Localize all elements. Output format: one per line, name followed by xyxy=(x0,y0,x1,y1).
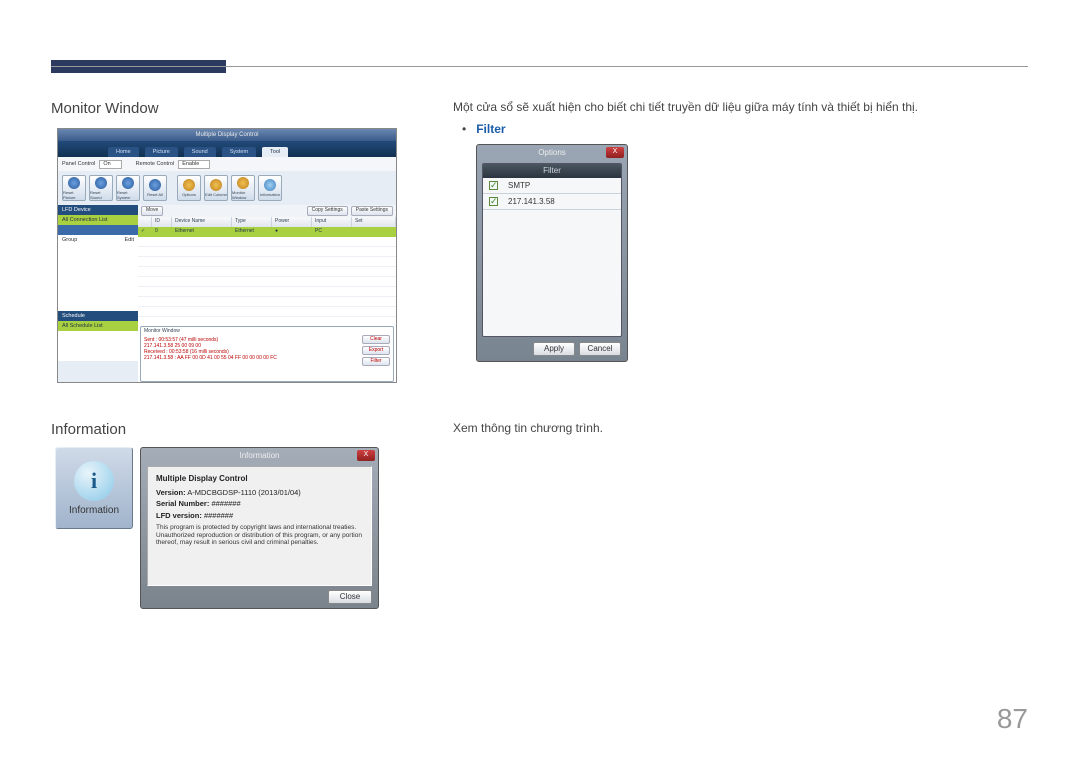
app-titlebar: Multiple Display Control xyxy=(58,129,396,141)
side-group-edit[interactable]: Edit xyxy=(125,237,134,243)
filter-bullet-line: • Filter xyxy=(462,122,506,136)
monitor-log-line4: 217.141.3.58 : AA FF 00 0D 41 00 55 04 F… xyxy=(144,355,390,361)
remote-control-label: Remote Control xyxy=(136,161,175,167)
panel-control-dropdown[interactable]: On xyxy=(99,160,121,169)
options-apply-button[interactable]: Apply xyxy=(533,342,575,356)
tool-options[interactable]: Options xyxy=(177,175,201,201)
btn-copy-settings[interactable]: Copy Settings xyxy=(307,206,348,216)
tab-system[interactable]: System xyxy=(222,147,256,157)
monitor-export-button[interactable]: Export xyxy=(362,346,390,355)
main-toolbar: Move Copy Settings Paste Settings xyxy=(138,205,396,217)
info-lfd-value: ####### xyxy=(204,511,233,520)
information-description: Xem thông tin chương trình. xyxy=(453,421,603,435)
side-all-connection[interactable]: All Connection List xyxy=(58,215,138,225)
info-icon: i xyxy=(74,461,114,501)
filter-row-smtp[interactable]: SMTP xyxy=(483,178,621,194)
tool-reset-system[interactable]: Reset System xyxy=(116,175,140,201)
monitor-pane-label: Monitor Window xyxy=(144,328,180,334)
checkbox-icon[interactable] xyxy=(489,181,498,190)
info-dialog-body: Multiple Display Control Version: A-MDCB… xyxy=(147,466,372,586)
info-version-value: A-MDCBGDSP-1110 (2013/01/04) xyxy=(187,488,301,497)
filter-row-ip[interactable]: 217.141.3.58 xyxy=(483,194,621,210)
info-dialog-title: Information X xyxy=(141,448,378,464)
panel-control-label: Panel Control xyxy=(62,161,95,167)
checkbox-icon[interactable] xyxy=(489,197,498,206)
filter-label: Filter xyxy=(476,122,505,136)
monitor-clear-button[interactable]: Clear xyxy=(362,335,390,344)
empty-table-rows xyxy=(138,237,396,324)
info-close-button[interactable]: Close xyxy=(328,590,372,604)
btn-paste-settings[interactable]: Paste Settings xyxy=(351,206,393,216)
page-number: 87 xyxy=(997,703,1028,735)
tool-reset-picture[interactable]: Reset Picture xyxy=(62,175,86,201)
app-control-row: Panel Control On Remote Control Enable xyxy=(58,157,396,171)
tab-home[interactable]: Home xyxy=(108,147,139,157)
app-sidebar: LFD Device All Connection List Group Edi… xyxy=(58,205,138,383)
monitor-window-heading: Monitor Window xyxy=(51,100,159,117)
information-dialog: Information X Multiple Display Control V… xyxy=(140,447,379,609)
options-dialog-title: Options X xyxy=(477,145,627,161)
app-tool-ribbon: Reset Picture Reset Sound Reset System R… xyxy=(58,171,396,205)
tab-tool[interactable]: Tool xyxy=(262,147,288,157)
info-dialog-close-x[interactable]: X xyxy=(357,450,375,461)
tab-sound[interactable]: Sound xyxy=(184,147,216,157)
side-group[interactable]: Group Edit xyxy=(58,235,138,245)
monitor-window-pane: Monitor Window Sent : 00:53:57 (47 milli… xyxy=(140,326,394,382)
information-heading: Information xyxy=(51,421,126,438)
side-lfd-header: LFD Device xyxy=(58,205,138,215)
options-filter-tab[interactable]: Filter xyxy=(483,164,621,178)
tab-picture[interactable]: Picture xyxy=(145,147,178,157)
bullet: • xyxy=(462,122,466,136)
options-dialog: Options X Filter SMTP 217.141.3.58 Apply… xyxy=(476,144,628,362)
side-selected[interactable] xyxy=(58,225,138,235)
tool-monitor-window[interactable]: Monitor Window xyxy=(231,175,255,201)
monitor-filter-button[interactable]: Filter xyxy=(362,357,390,366)
info-serial-label: Serial Number: xyxy=(156,499,209,508)
options-close-button[interactable]: X xyxy=(606,147,624,158)
device-table-header: ID Device Name Type Power Input Set xyxy=(138,217,396,227)
info-legal-text: This program is protected by copyright l… xyxy=(156,524,363,547)
info-version-label: Version: xyxy=(156,488,186,497)
tool-information[interactable]: Information xyxy=(258,175,282,201)
information-icon-button[interactable]: i Information xyxy=(55,447,133,529)
filter-row-label: SMTP xyxy=(508,181,530,190)
tool-edit-column[interactable]: Edit Column xyxy=(204,175,228,201)
options-cancel-button[interactable]: Cancel xyxy=(579,342,621,356)
filter-row-label: 217.141.3.58 xyxy=(508,197,555,206)
mdc-app-screenshot: Multiple Display Control Home Picture So… xyxy=(57,128,397,383)
info-icon-label: Information xyxy=(69,505,119,516)
remote-control-dropdown[interactable]: Enable xyxy=(178,160,210,169)
device-table-row[interactable]: ✓ 0 Ethernet Ethernet ● PC xyxy=(138,227,396,237)
info-app-name: Multiple Display Control xyxy=(156,473,363,485)
tool-reset-all[interactable]: Reset All xyxy=(143,175,167,201)
header-rule xyxy=(51,66,1028,67)
btn-move[interactable]: Move xyxy=(141,206,163,216)
monitor-window-description: Một cửa sổ sẽ xuất hiện cho biết chi tiế… xyxy=(453,100,918,114)
side-schedule-header: Schedule xyxy=(58,311,138,321)
tool-reset-sound[interactable]: Reset Sound xyxy=(89,175,113,201)
info-lfd-label: LFD version: xyxy=(156,511,202,520)
info-serial-value: ####### xyxy=(211,499,240,508)
app-tab-strip: Home Picture Sound System Tool xyxy=(58,141,396,157)
app-main-area: Move Copy Settings Paste Settings ID Dev… xyxy=(138,205,396,383)
side-all-schedule[interactable]: All Schedule List xyxy=(58,321,138,331)
